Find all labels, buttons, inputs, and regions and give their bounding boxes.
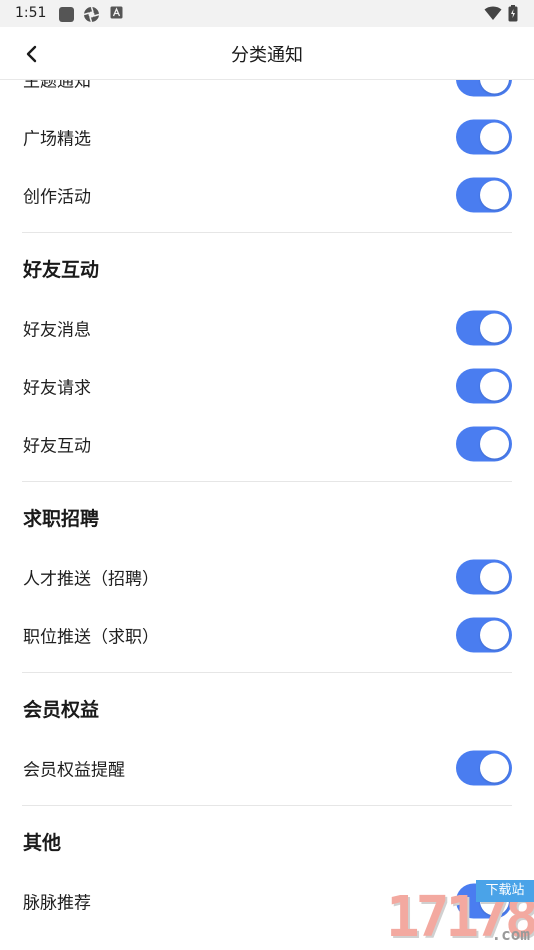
app-notification-icon xyxy=(59,7,74,22)
setting-label: 职位推送（求职） xyxy=(23,627,159,648)
notification-toggle[interactable] xyxy=(456,750,512,786)
setting-row: 职位推送（求职） xyxy=(0,606,534,664)
toggle-knob xyxy=(480,371,509,401)
font-a-icon xyxy=(110,6,123,19)
wifi-icon xyxy=(484,6,502,20)
toggle-knob xyxy=(480,753,509,783)
notification-toggle[interactable] xyxy=(456,80,512,97)
setting-label: 好友互动 xyxy=(23,436,91,457)
toggle-knob xyxy=(480,313,509,343)
section-header: 其他 xyxy=(0,806,534,872)
setting-label: 创作活动 xyxy=(23,187,91,208)
battery-icon xyxy=(508,5,518,22)
toggle-knob xyxy=(480,122,509,152)
notification-toggle[interactable] xyxy=(456,177,512,213)
toggle-knob xyxy=(480,180,509,210)
aperture-icon xyxy=(83,6,100,23)
notification-toggle[interactable] xyxy=(456,310,512,346)
app-bar: 分类通知 xyxy=(0,27,534,80)
setting-row: 创作活动 xyxy=(0,166,534,224)
section-header: 求职招聘 xyxy=(0,482,534,548)
section-header: 会员权益 xyxy=(0,673,534,739)
notification-toggle[interactable] xyxy=(456,559,512,595)
setting-label: 会员权益提醒 xyxy=(23,760,125,781)
setting-row: 好友消息 xyxy=(0,299,534,357)
section-header: 好友互动 xyxy=(0,233,534,299)
toggle-knob xyxy=(480,562,509,592)
status-time: 1:51 xyxy=(15,5,47,21)
settings-scroll: 主题通知 广场精选 创作活动 好友互动 好友消息 好友请求 好友互动 求职招聘 人才推送（招聘）… xyxy=(0,80,534,930)
setting-row: 会员权益提醒 xyxy=(0,739,534,797)
setting-row: 主题通知 xyxy=(0,80,534,108)
setting-row: 好友请求 xyxy=(0,357,534,415)
notification-toggle[interactable] xyxy=(456,368,512,404)
setting-label: 好友消息 xyxy=(23,320,91,341)
section-title: 会员权益 xyxy=(23,699,100,721)
notification-toggle[interactable] xyxy=(456,426,512,462)
toggle-knob xyxy=(480,429,509,459)
setting-label: 主题通知 xyxy=(23,80,91,92)
setting-label: 人才推送（招聘） xyxy=(23,569,159,590)
page-title: 分类通知 xyxy=(231,45,303,66)
site-watermark-logo: 17178 下载站 .com xyxy=(304,880,534,950)
toggle-knob xyxy=(480,620,509,650)
section-title: 求职招聘 xyxy=(23,508,100,530)
setting-row: 人才推送（招聘） xyxy=(0,548,534,606)
watermark-suffix: .com xyxy=(491,925,530,944)
watermark-tag: 下载站 xyxy=(476,880,534,902)
section-title: 其他 xyxy=(23,832,62,854)
setting-row: 好友互动 xyxy=(0,415,534,473)
notification-toggle[interactable] xyxy=(456,119,512,155)
notification-toggle[interactable] xyxy=(456,617,512,653)
setting-row: 广场精选 xyxy=(0,108,534,166)
status-bar: 1:51 xyxy=(0,0,534,27)
setting-label: 广场精选 xyxy=(23,129,91,150)
settings-list[interactable]: 主题通知 广场精选 创作活动 好友互动 好友消息 好友请求 好友互动 求职招聘 人才推送（招聘）… xyxy=(0,80,534,950)
setting-label: 脉脉推荐 xyxy=(23,893,91,914)
setting-label: 好友请求 xyxy=(23,378,91,399)
section-title: 好友互动 xyxy=(23,259,100,281)
toggle-knob xyxy=(480,80,509,94)
